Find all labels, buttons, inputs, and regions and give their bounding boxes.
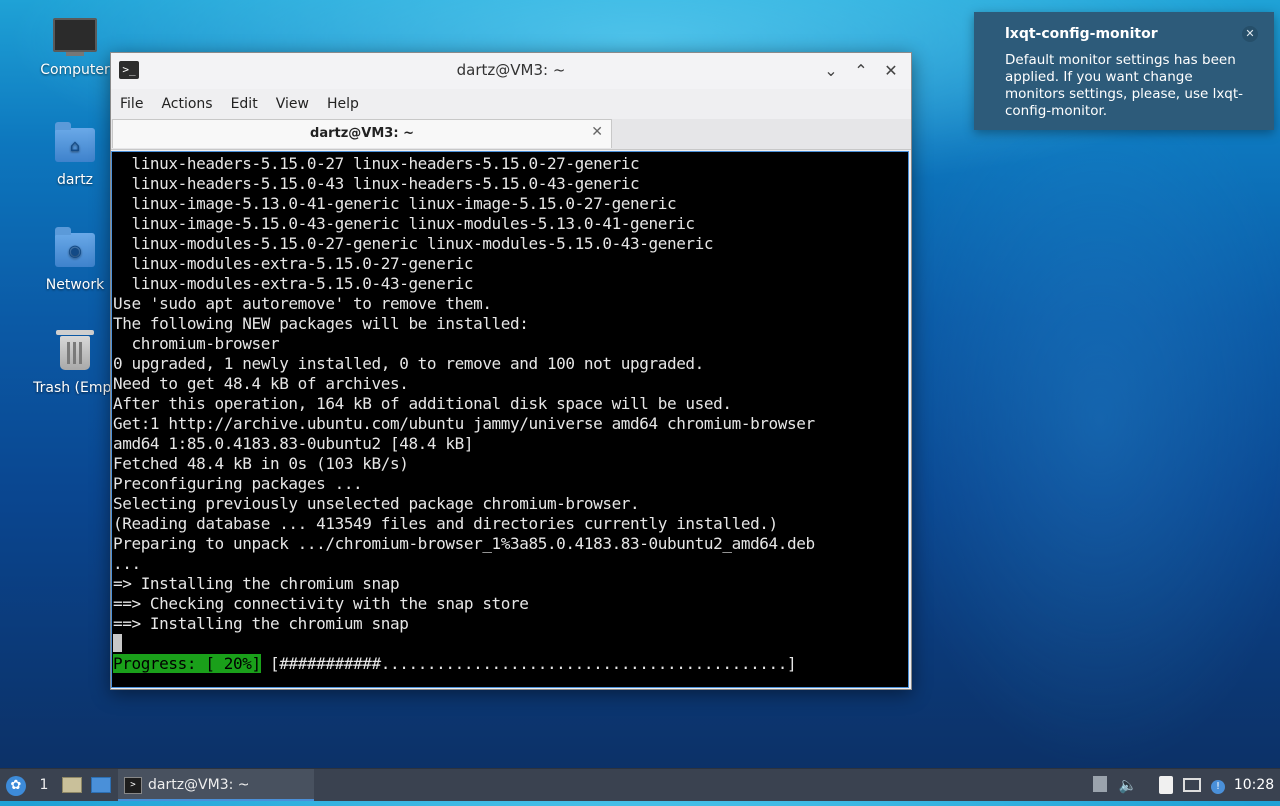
progress-bar-text: [###########............................… <box>260 654 797 673</box>
terminal-line: amd64 1:85.0.4183.83-0ubuntu2 [48.4 kB] <box>113 434 474 453</box>
terminal-line: ... <box>113 554 141 573</box>
terminal-window: >_ dartz@VM3: ~ ⌄ ⌃ ✕ File Actions Edit … <box>110 52 912 690</box>
tab-terminal[interactable]: dartz@VM3: ~ ✕ <box>112 119 612 148</box>
clock[interactable]: 10:28 <box>1232 769 1276 801</box>
computer-icon <box>53 18 97 58</box>
taskbar-task-terminal[interactable]: > dartz@VM3: ~ <box>118 769 314 801</box>
terminal-line: Use 'sudo apt autoremove' to remove them… <box>113 294 492 313</box>
clipboard-icon[interactable] <box>1154 769 1178 801</box>
tab-close-icon[interactable]: ✕ <box>591 124 603 140</box>
start-menu-button[interactable]: ✿ <box>4 769 28 801</box>
file-manager-icon <box>62 777 82 793</box>
tab-label: dartz@VM3: ~ <box>310 126 414 141</box>
quicklaunch-files[interactable] <box>60 769 84 801</box>
menu-view[interactable]: View <box>267 96 318 112</box>
tray-expand-icon[interactable] <box>1088 769 1112 801</box>
desktop-icon-label: Computer <box>40 62 110 78</box>
minimize-icon[interactable]: ⌄ <box>819 59 843 83</box>
notification-popup[interactable]: lxqt-config-monitor ✕ Default monitor se… <box>974 12 1274 130</box>
menu-edit[interactable]: Edit <box>222 96 267 112</box>
menubar: File Actions Edit View Help <box>111 89 911 119</box>
terminal-line: ==> Installing the chromium snap <box>113 614 409 633</box>
terminal-cursor <box>113 634 122 652</box>
taskbar: ✿ 1 > dartz@VM3: ~ 🔈 ! 10:28 <box>0 768 1280 801</box>
terminal-line: Need to get 48.4 kB of archives. <box>113 374 409 393</box>
terminal-line: linux-image-5.15.0-43-generic linux-modu… <box>113 214 695 233</box>
desktop-icon-network[interactable]: ◉ Network <box>27 227 123 293</box>
terminal-line: (Reading database ... 413549 files and d… <box>113 514 778 533</box>
task-label: dartz@VM3: ~ <box>148 777 250 793</box>
terminal-line: linux-headers-5.15.0-27 linux-headers-5.… <box>113 154 640 173</box>
terminal-text: linux-headers-5.15.0-27 linux-headers-5.… <box>112 152 908 674</box>
terminal-line: linux-image-5.13.0-41-generic linux-imag… <box>113 194 677 213</box>
terminal-line: Selecting previously unselected package … <box>113 494 640 513</box>
terminal-line: Get:1 http://archive.ubuntu.com/ubuntu j… <box>113 414 815 433</box>
terminal-line: Fetched 48.4 kB in 0s (103 kB/s) <box>113 454 409 473</box>
terminal-line: linux-modules-5.15.0-27-generic linux-mo… <box>113 234 714 253</box>
terminal-line: After this operation, 164 kB of addition… <box>113 394 732 413</box>
window-title: dartz@VM3: ~ <box>456 61 566 79</box>
desktop-icon-computer[interactable]: Computer <box>27 18 123 78</box>
window-titlebar[interactable]: >_ dartz@VM3: ~ ⌄ ⌃ ✕ <box>111 53 911 89</box>
volume-icon[interactable]: 🔈 <box>1116 769 1140 801</box>
terminal-line: Preconfiguring packages ... <box>113 474 363 493</box>
desktop-icon-home-folder[interactable]: ⌂ dartz <box>27 122 123 188</box>
terminal-line: The following NEW packages will be insta… <box>113 314 529 333</box>
terminal-line: 0 upgraded, 1 newly installed, 0 to remo… <box>113 354 704 373</box>
notification-title: lxqt-config-monitor <box>1005 26 1158 42</box>
terminal-line: Preparing to unpack .../chromium-browser… <box>113 534 815 553</box>
menu-actions[interactable]: Actions <box>152 96 221 112</box>
menu-help[interactable]: Help <box>318 96 368 112</box>
trash-icon <box>53 330 97 376</box>
lxqt-logo-icon: ✿ <box>6 776 26 796</box>
show-desktop-icon <box>91 777 111 793</box>
update-notifier-icon[interactable]: ! <box>1206 769 1230 801</box>
network-tray-icon[interactable] <box>1180 769 1204 801</box>
menu-file[interactable]: File <box>111 96 152 112</box>
terminal-line: linux-modules-extra-5.15.0-27-generic <box>113 254 474 273</box>
quicklaunch-desktop[interactable] <box>88 769 114 801</box>
tab-bar: dartz@VM3: ~ ✕ <box>111 119 911 150</box>
network-folder-icon: ◉ <box>53 227 97 273</box>
close-icon[interactable]: ✕ <box>879 59 903 83</box>
terminal-line: linux-modules-extra-5.15.0-43-generic <box>113 274 474 293</box>
desktop-icon-label: Network <box>45 277 105 293</box>
home-folder-icon: ⌂ <box>53 122 97 168</box>
terminal-line: => Installing the chromium snap <box>113 574 400 593</box>
terminal-line: linux-headers-5.15.0-43 linux-headers-5.… <box>113 174 640 193</box>
notification-body: Default monitor settings has been applie… <box>1005 52 1244 119</box>
progress-label: Progress: [ 20%] <box>113 654 261 673</box>
terminal-task-icon: > <box>124 776 142 794</box>
desktop-icon-label: dartz <box>56 172 94 188</box>
notification-close-icon[interactable]: ✕ <box>1242 26 1258 42</box>
desktop-switcher[interactable]: 1 <box>34 769 54 801</box>
terminal-line: chromium-browser <box>113 334 280 353</box>
terminal-line: ==> Checking connectivity with the snap … <box>113 594 529 613</box>
terminal-output[interactable]: linux-headers-5.15.0-27 linux-headers-5.… <box>111 151 909 688</box>
maximize-icon[interactable]: ⌃ <box>849 59 873 83</box>
